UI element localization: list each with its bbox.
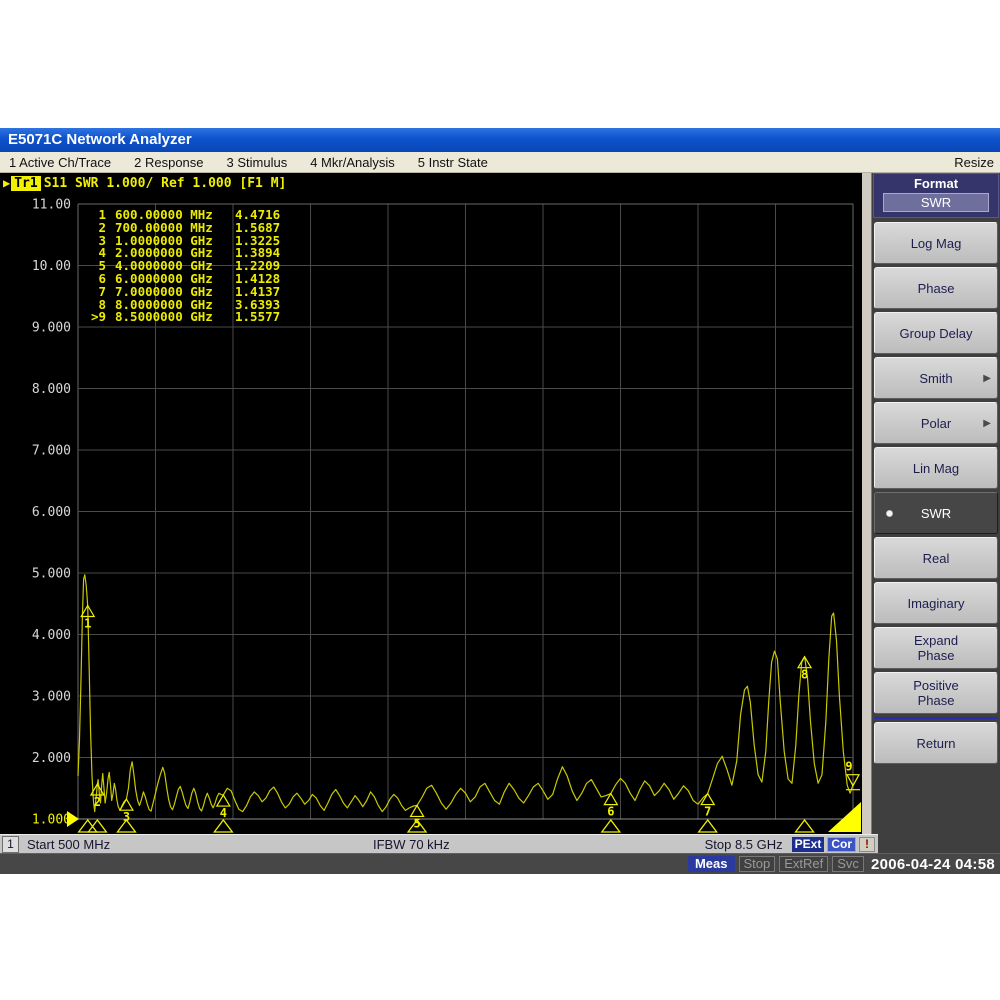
softkey-real[interactable]: Real (874, 537, 998, 579)
resize-button[interactable]: Resize (954, 155, 994, 170)
svg-text:7: 7 (704, 805, 711, 819)
active-trace-arrow-icon: ▶ (3, 176, 10, 190)
trace-status-line: ▶Tr1 S11 SWR 1.000/ Ref 1.000 [F1 M] (3, 176, 286, 191)
svg-text:2: 2 (94, 795, 101, 809)
softkey-lin-mag[interactable]: Lin Mag (874, 447, 998, 489)
svg-text:4: 4 (220, 806, 227, 820)
start-frequency-label: Start 500 MHz (27, 837, 110, 852)
trace-format-text: S11 SWR 1.000/ Ref 1.000 [F1 M] (44, 176, 287, 191)
indicator-svc: Svc (832, 856, 864, 872)
status-flag-cor: Cor (827, 837, 856, 852)
status-flag-pext: PExt (792, 837, 825, 852)
softkey-separator (874, 717, 998, 719)
menu-2-response[interactable]: 2 Response (134, 155, 203, 170)
indicator-extref: ExtRef (779, 856, 828, 872)
submenu-arrow-icon: ▶ (983, 416, 991, 431)
softkey-group-delay[interactable]: Group Delay (874, 312, 998, 354)
softkey-return[interactable]: Return (874, 722, 998, 764)
svg-text:9.000: 9.000 (32, 321, 71, 336)
softkey-scrollbar[interactable] (862, 173, 872, 834)
instrument-status-bar: MeasStopExtRefSvc 2006-04-24 04:58 (0, 853, 1000, 874)
marker-table: 1600.00000 MHz4.47162700.00000 MHz1.5687… (80, 209, 213, 324)
analyzer-screen: 11.00 10.00 9.000 8.000 7.000 6.000 5.000 4.000… (0, 173, 862, 834)
analyzer-window: E5071C Network Analyzer 1 Active Ch/Trac… (0, 128, 1000, 874)
svg-text:8.000: 8.000 (32, 382, 71, 397)
softkey-menu-current-value: SWR (883, 193, 989, 212)
svg-text:3.000: 3.000 (32, 690, 71, 705)
menu-1-active-ch-trace[interactable]: 1 Active Ch/Trace (9, 155, 111, 170)
menu-5-instr-state[interactable]: 5 Instr State (418, 155, 488, 170)
svg-text:4.000: 4.000 (32, 628, 71, 643)
svg-text:1: 1 (84, 616, 91, 630)
softkey-swr[interactable]: SWR (874, 492, 998, 534)
svg-text:1.000: 1.000 (32, 813, 71, 828)
indicator-meas: Meas (688, 856, 735, 872)
svg-text:9: 9 (845, 760, 852, 774)
status-bar: 1 Start 500 MHz IFBW 70 kHz Stop 8.5 GHz… (0, 834, 1000, 853)
channel-number-box: 1 (2, 836, 19, 853)
softkey-menu-header: Format SWR (873, 173, 999, 218)
svg-text:10.00: 10.00 (32, 259, 71, 274)
menu-3-stimulus[interactable]: 3 Stimulus (227, 155, 288, 170)
softkey-imaginary[interactable]: Imaginary (874, 582, 998, 624)
softkey-polar[interactable]: Polar▶ (874, 402, 998, 444)
submenu-arrow-icon: ▶ (983, 371, 991, 386)
stop-frequency-label: Stop 8.5 GHz (705, 837, 783, 852)
softkey-menu-title: Format (874, 176, 998, 191)
svg-text:6: 6 (607, 805, 614, 819)
selected-dot-icon (886, 510, 893, 517)
menu-items: 1 Active Ch/Trace 2 Response 3 Stimulus 4 M… (0, 155, 502, 170)
softkey-smith[interactable]: Smith▶ (874, 357, 998, 399)
datetime-display: 2006-04-24 04:58 (868, 856, 998, 873)
marker-row: >98.5000000 GHz1.5577 (80, 311, 213, 324)
softkey-phase[interactable]: Phase (874, 267, 998, 309)
softkey-positive-phase[interactable]: Positive Phase (874, 672, 998, 714)
indicator-stop: Stop (739, 856, 776, 872)
svg-text:3: 3 (123, 810, 130, 824)
svg-text:2.000: 2.000 (32, 751, 71, 766)
ifbw-label: IFBW 70 kHz (373, 837, 450, 852)
status-flag-: ! (859, 837, 875, 852)
trace-name-badge: Tr1 (11, 176, 40, 191)
svg-text:7.000: 7.000 (32, 444, 71, 459)
menu-4-mkr-analysis[interactable]: 4 Mkr/Analysis (310, 155, 395, 170)
window-title: E5071C Network Analyzer (8, 131, 192, 148)
softkey-log-mag[interactable]: Log Mag (874, 222, 998, 264)
svg-text:8: 8 (801, 668, 808, 682)
softkey-panel: Format SWR Log MagPhaseGroup DelaySmith▶… (862, 173, 1000, 834)
svg-text:5.000: 5.000 (32, 567, 71, 582)
svg-text:6.000: 6.000 (32, 505, 71, 520)
menu-bar: 1 Active Ch/Trace 2 Response 3 Stimulus 4 M… (0, 152, 1000, 173)
softkey-expand-phase[interactable]: Expand Phase (874, 627, 998, 669)
svg-text:11.00: 11.00 (32, 198, 71, 213)
title-bar: E5071C Network Analyzer (0, 128, 1000, 152)
